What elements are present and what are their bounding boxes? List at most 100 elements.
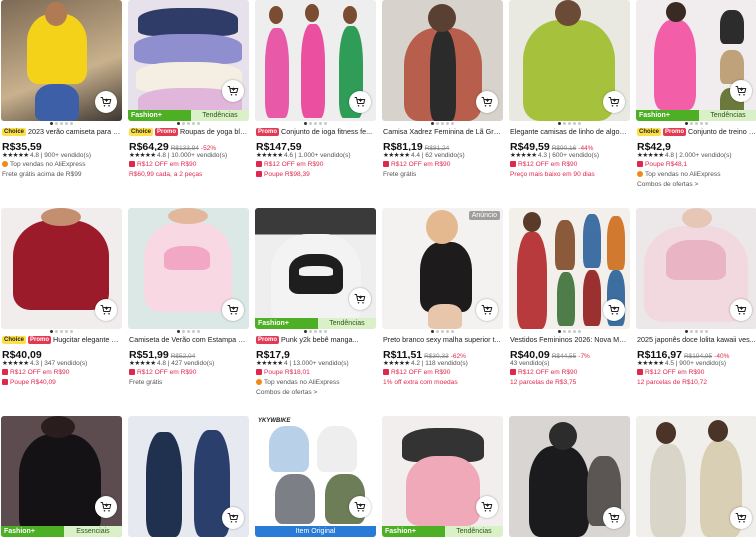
carousel-dot[interactable]	[705, 122, 708, 125]
carousel-dot[interactable]	[695, 122, 698, 125]
carousel-dot[interactable]	[436, 122, 439, 125]
carousel-dot[interactable]	[324, 122, 327, 125]
product-title[interactable]: Promo Punk y2k bebê manga...	[256, 335, 375, 345]
add-to-cart-button[interactable]	[476, 496, 498, 518]
carousel-dot[interactable]	[60, 330, 63, 333]
carousel-dot[interactable]	[685, 122, 688, 125]
add-to-cart-button[interactable]	[95, 91, 117, 113]
carousel-dot[interactable]	[441, 122, 444, 125]
product-title[interactable]: Choice Promo Hugcitar elegante ma...	[2, 335, 121, 345]
combo-offers-link[interactable]: Combos de ofertas >	[256, 388, 375, 398]
product-image[interactable]: Fashion+ Tendências	[382, 416, 503, 537]
carousel-dot[interactable]	[319, 122, 322, 125]
product-card[interactable]: Camiseta de Verão com Estampa d... R$51,9…	[128, 208, 249, 408]
carousel-dot[interactable]	[304, 122, 307, 125]
carousel-dot[interactable]	[451, 330, 454, 333]
product-title[interactable]: Promo Conjunto de ioga fitness fe...	[256, 127, 375, 137]
carousel-dot[interactable]	[187, 122, 190, 125]
product-title[interactable]: Preto branco sexy malha superior t...	[383, 335, 502, 345]
add-to-cart-button[interactable]	[603, 91, 625, 113]
add-to-cart-button[interactable]	[730, 299, 752, 321]
add-to-cart-button[interactable]	[349, 288, 371, 310]
carousel-dot[interactable]	[324, 330, 327, 333]
carousel-dot[interactable]	[197, 122, 200, 125]
carousel-dot[interactable]	[446, 330, 449, 333]
carousel-dot[interactable]	[65, 122, 68, 125]
carousel-dot[interactable]	[314, 330, 317, 333]
product-title[interactable]: Elegante camisas de linho de algod...	[510, 127, 629, 137]
add-to-cart-button[interactable]	[476, 91, 498, 113]
product-image[interactable]: Fashion+ Essenciais	[1, 416, 122, 537]
add-to-cart-button[interactable]	[349, 91, 371, 113]
product-card[interactable]: Fashion+ Tendências Promo Punk y2k bebê man…	[255, 208, 376, 408]
product-image[interactable]: Fashion+ Tendências	[255, 208, 376, 329]
carousel-dot[interactable]	[177, 122, 180, 125]
product-image[interactable]	[636, 416, 756, 537]
product-image[interactable]	[509, 208, 630, 329]
product-image[interactable]	[128, 416, 249, 537]
carousel-dot[interactable]	[309, 122, 312, 125]
carousel-dot[interactable]	[177, 330, 180, 333]
product-image[interactable]: Anúncio	[382, 208, 503, 329]
carousel-dot[interactable]	[558, 330, 561, 333]
product-title[interactable]: 2025 japonês doce lolita kawaii ves...	[637, 335, 756, 345]
carousel-dot[interactable]	[55, 330, 58, 333]
product-title[interactable]: Camiseta de Verão com Estampa d...	[129, 335, 248, 345]
product-card[interactable]: Camisa Xadrez Feminina de Lã Gro... R$81,…	[382, 0, 503, 200]
carousel-dot[interactable]	[578, 330, 581, 333]
product-title[interactable]: Vestidos Femininos 2026: Nova Mo...	[510, 335, 629, 345]
product-image[interactable]	[1, 0, 122, 121]
product-image[interactable]: Fashion+ Tendências	[128, 0, 249, 121]
product-image[interactable]	[128, 208, 249, 329]
add-to-cart-button[interactable]	[95, 299, 117, 321]
product-card[interactable]: Anúncio Preto branco sexy malha superior …	[382, 208, 503, 408]
carousel-dot[interactable]	[319, 330, 322, 333]
product-image[interactable]	[509, 0, 630, 121]
carousel-dot[interactable]	[568, 330, 571, 333]
product-title[interactable]: Choice 2023 verão camiseta para m...	[2, 127, 121, 137]
add-to-cart-button[interactable]	[222, 80, 244, 102]
carousel-dot[interactable]	[690, 122, 693, 125]
add-to-cart-button[interactable]	[603, 507, 625, 529]
add-to-cart-button[interactable]	[730, 80, 752, 102]
add-to-cart-button[interactable]	[222, 299, 244, 321]
carousel-dot[interactable]	[55, 122, 58, 125]
carousel-dot[interactable]	[451, 122, 454, 125]
product-card[interactable]	[636, 416, 756, 549]
product-card[interactable]: Choice Promo Hugcitar elegante ma... R$40,0…	[1, 208, 122, 408]
carousel-dot[interactable]	[431, 122, 434, 125]
carousel-dot[interactable]	[568, 122, 571, 125]
carousel-dot[interactable]	[563, 122, 566, 125]
add-to-cart-button[interactable]	[730, 507, 752, 529]
carousel-dot[interactable]	[446, 122, 449, 125]
product-title[interactable]: Camisa Xadrez Feminina de Lã Gro...	[383, 127, 502, 137]
product-image[interactable]	[509, 416, 630, 537]
carousel-dot[interactable]	[558, 122, 561, 125]
carousel-dot[interactable]	[304, 330, 307, 333]
carousel-dot[interactable]	[690, 330, 693, 333]
combo-offers-link[interactable]: Combos de ofertas >	[637, 180, 756, 190]
carousel-dot[interactable]	[60, 122, 63, 125]
carousel-dot[interactable]	[685, 330, 688, 333]
carousel-dot[interactable]	[314, 122, 317, 125]
product-image[interactable]	[255, 0, 376, 121]
product-image[interactable]: Fashion+ Tendências	[636, 0, 756, 121]
carousel-dot[interactable]	[70, 330, 73, 333]
product-title[interactable]: ChoicePromoRoupas de yoga blusã...	[129, 127, 248, 137]
carousel-dot[interactable]	[197, 330, 200, 333]
product-card[interactable]	[128, 416, 249, 549]
product-card[interactable]: 2025 japonês doce lolita kawaii ves... R$…	[636, 208, 756, 408]
add-to-cart-button[interactable]	[222, 507, 244, 529]
add-to-cart-button[interactable]	[603, 299, 625, 321]
carousel-dot[interactable]	[573, 122, 576, 125]
product-card[interactable]: Promo Conjunto de ioga fitness fe... R$147…	[255, 0, 376, 200]
add-to-cart-button[interactable]	[349, 496, 371, 518]
carousel-dot[interactable]	[50, 122, 53, 125]
product-image[interactable]	[382, 0, 503, 121]
add-to-cart-button[interactable]	[476, 299, 498, 321]
carousel-dot[interactable]	[700, 330, 703, 333]
product-image[interactable]: YKYWBIKE Item Original	[255, 416, 376, 537]
carousel-dot[interactable]	[695, 330, 698, 333]
carousel-dot[interactable]	[182, 122, 185, 125]
carousel-dot[interactable]	[70, 122, 73, 125]
